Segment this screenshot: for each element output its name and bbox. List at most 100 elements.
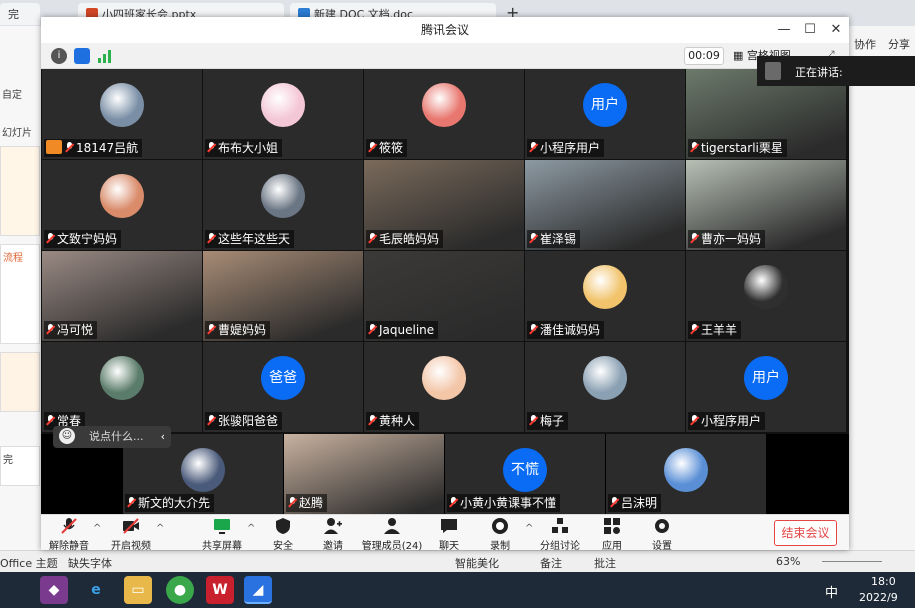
participant-tile[interactable]: 爸爸 张骏阳爸爸 xyxy=(203,342,363,432)
participant-avatar xyxy=(583,265,627,309)
participant-tile[interactable]: 赵腾 xyxy=(284,434,444,514)
participant-tile[interactable]: 冯可悦 xyxy=(42,251,202,341)
participant-tile[interactable]: 毛辰皓妈妈 xyxy=(364,160,524,250)
security-button[interactable]: 安全 xyxy=(255,517,311,552)
unmute-button[interactable]: 解除静音 xyxy=(41,517,97,552)
emoji-icon[interactable]: ☺ xyxy=(59,428,75,444)
participant-tile[interactable]: 曹亦一妈妈 xyxy=(686,160,846,250)
beautify-button[interactable]: 智能美化 xyxy=(455,555,499,571)
participant-name-tag: 崔泽锡 xyxy=(527,230,581,248)
participant-tile[interactable]: 曹媞妈妈 xyxy=(203,251,363,341)
participant-tile[interactable]: 黄种人 xyxy=(364,342,524,432)
ime-indicator[interactable]: 中 xyxy=(825,582,838,601)
settings-button[interactable]: 设置 xyxy=(634,517,690,552)
wps-icon[interactable]: W xyxy=(206,576,234,604)
participant-name: 冯可悦 xyxy=(57,323,94,337)
folder-icon[interactable]: ▭ xyxy=(124,576,152,604)
participant-tile[interactable]: 筱筱 xyxy=(364,69,524,159)
collab-button[interactable]: 协作 xyxy=(854,36,876,52)
participant-name: 布布大小姐 xyxy=(218,141,279,155)
share-screen-label: 共享屏幕 xyxy=(202,541,242,552)
browser-icon[interactable]: ● xyxy=(166,576,194,604)
participant-tile[interactable]: 文致宁妈妈 xyxy=(42,160,202,250)
participant-name-tag: tigerstarli栗星 xyxy=(688,139,787,157)
chat-icon xyxy=(441,519,457,533)
participant-name-tag: 小程序用户 xyxy=(527,139,605,157)
invite-button[interactable]: 邀请 xyxy=(305,517,361,552)
comments-button[interactable]: 批注 xyxy=(594,555,616,571)
breakout-label: 分组讨论 xyxy=(540,541,580,552)
participant-name-tag: 斯文的大介先 xyxy=(125,494,215,512)
apps-button[interactable]: 应用 xyxy=(584,517,640,552)
participant-avatar xyxy=(422,83,466,127)
participant-tile[interactable]: 布布大小姐 xyxy=(203,69,363,159)
participant-tile[interactable]: 用户 小程序用户 xyxy=(525,69,685,159)
maximize-icon[interactable]: ☐ xyxy=(797,17,823,43)
bg-label: 幻灯片 xyxy=(2,128,32,139)
participant-name: 小程序用户 xyxy=(540,141,601,155)
speaking-panel: 正在讲话: xyxy=(757,56,915,86)
participant-tile[interactable]: 王羊羊 xyxy=(686,251,846,341)
clock-time[interactable]: 18:0 xyxy=(871,575,896,588)
collapse-chevron-icon[interactable]: ‹ xyxy=(161,426,165,448)
chat-button[interactable]: 聊天 xyxy=(421,517,477,552)
info-icon[interactable]: i xyxy=(51,48,67,64)
participant-tile[interactable]: 18147吕航 xyxy=(42,69,202,159)
participant-tile[interactable]: 吕沫明 xyxy=(606,434,766,514)
bg-tab-0[interactable]: 完 xyxy=(0,3,40,25)
mic-muted-icon xyxy=(610,497,619,508)
meeting-timer: 00:09 xyxy=(684,47,724,65)
app-icon[interactable]: ◆ xyxy=(40,576,68,604)
bg-status-bar: Office 主题 缺失字体 智能美化 备注 批注 63% xyxy=(0,550,915,572)
mic-muted-icon xyxy=(690,142,699,153)
video-grid: 18147吕航 布布大小姐 筱筱 用户 小程序用户 tigerstarli栗星 文致宁妈妈这… xyxy=(41,69,849,434)
participant-tile[interactable]: 用户小程序用户 xyxy=(686,342,846,432)
edge-icon[interactable]: e xyxy=(82,576,110,604)
mic-muted-icon xyxy=(46,233,55,244)
end-meeting-button[interactable]: 结束会议 xyxy=(774,520,837,546)
participant-name-tag: 小黄小黄课事不懂 xyxy=(447,494,561,512)
tencent-meeting-icon[interactable]: ◢ xyxy=(244,576,272,604)
participant-tile[interactable]: 崔泽锡 xyxy=(525,160,685,250)
participant-name: 曹媞妈妈 xyxy=(218,323,267,337)
slide-thumb[interactable]: 流程 xyxy=(0,244,40,344)
slide-thumb[interactable] xyxy=(0,352,40,412)
audio-options-caret-icon[interactable]: ^ xyxy=(93,523,101,534)
close-icon[interactable]: ✕ xyxy=(823,17,849,43)
share-screen-button[interactable]: 共享屏幕 xyxy=(194,517,250,552)
chat-input-pill[interactable]: ☺ 说点什么... ‹ xyxy=(53,426,171,448)
notes-button[interactable]: 备注 xyxy=(540,555,562,571)
signal-icon[interactable] xyxy=(97,48,113,64)
mic-muted-icon xyxy=(368,233,377,244)
slide-thumb[interactable]: 完 xyxy=(0,446,40,486)
taskbar: ◆ e ▭ ● W ◢ 中 18:0 2022/9 xyxy=(0,572,915,608)
start-video-button[interactable]: 开启视频 xyxy=(103,517,159,552)
video-options-caret-icon[interactable]: ^ xyxy=(156,523,164,534)
participant-name-tag: 潘佳诚妈妈 xyxy=(527,321,605,339)
breakout-button[interactable]: 分组讨论 xyxy=(532,517,588,552)
clock-date[interactable]: 2022/9 xyxy=(859,591,898,604)
participant-avatar xyxy=(422,356,466,400)
participant-tile[interactable]: 梅子 xyxy=(525,342,685,432)
breakout-icon xyxy=(552,518,568,533)
missing-font-button[interactable]: 缺失字体 xyxy=(68,555,112,571)
participant-tile[interactable]: 不慌 小黄小黄课事不懂 xyxy=(445,434,605,514)
slide-thumb[interactable] xyxy=(0,146,40,236)
start-video-label: 开启视频 xyxy=(111,541,151,552)
shield-icon[interactable] xyxy=(74,48,90,64)
participant-name-tag: 小程序用户 xyxy=(688,412,766,430)
participant-tile[interactable]: Jaqueline xyxy=(364,251,524,341)
zoom-slider[interactable] xyxy=(822,561,882,562)
meeting-toolbar: 解除静音 ^ 开启视频 ^ 共享屏幕 ^ 安全 邀请 管理成员(24) 聊天 录… xyxy=(41,514,849,552)
participant-avatar-text: 用户 xyxy=(744,356,788,400)
manage-members-button[interactable]: 管理成员(24) xyxy=(359,517,425,552)
share-button[interactable]: 分享 xyxy=(888,36,910,52)
participant-tile[interactable]: 潘佳诚妈妈 xyxy=(525,251,685,341)
minimize-icon[interactable]: — xyxy=(771,17,797,43)
mic-muted-icon xyxy=(529,142,538,153)
record-button[interactable]: 录制 xyxy=(472,517,528,552)
participant-tile[interactable]: 常春 xyxy=(42,342,202,432)
participant-name: 文致宁妈妈 xyxy=(57,232,118,246)
participant-tile[interactable]: 这些年这些天 xyxy=(203,160,363,250)
participant-avatar xyxy=(181,448,225,492)
